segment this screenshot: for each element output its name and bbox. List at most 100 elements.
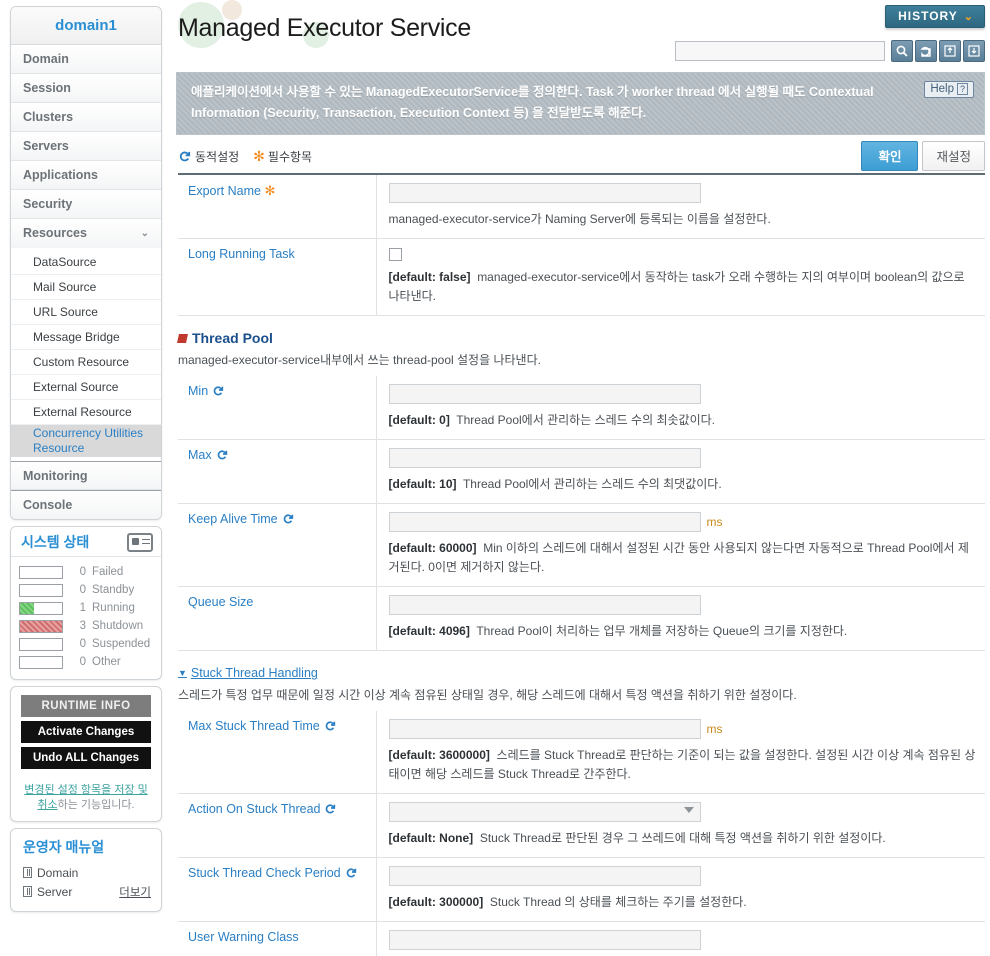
sidebar-item-monitoring[interactable]: Monitoring — [11, 461, 161, 490]
sidebar-item-label: Clusters — [23, 110, 74, 124]
status-bar-fill — [20, 602, 34, 614]
sidebar-subitem-url-source[interactable]: URL Source — [11, 300, 161, 325]
monitor-icon[interactable] — [127, 532, 153, 552]
sidebar-item-domain[interactable]: Domain — [11, 45, 161, 74]
system-status-title: 시스템 상태 — [21, 534, 90, 550]
field-label-cell: Max Stuck Thread Time — [178, 711, 377, 794]
manual-item-domain[interactable]: Domain — [23, 863, 151, 882]
form-row: Stuck Thread Check Period [default: 30000… — [178, 857, 985, 922]
field-label-cell: User Warning Class — [178, 921, 377, 956]
field-desc-text: Stuck Thread로 판단된 경우 그 쓰레드에 대해 특정 액션을 취하… — [479, 831, 886, 846]
sidebar-item-servers[interactable]: Servers — [11, 132, 161, 161]
field-control-cell: ms [default: 60000] Min 이하의 스레드에 대해서 설정된 … — [376, 504, 985, 587]
sidebar-item-applications[interactable]: Applications — [11, 161, 161, 190]
stuck-thread-toggle[interactable]: ▼ Stuck Thread Handling — [178, 666, 318, 680]
export-icon[interactable] — [915, 40, 937, 62]
refresh-icon — [324, 803, 336, 818]
search-icon[interactable] — [891, 40, 913, 62]
queue-size-input[interactable] — [388, 595, 701, 616]
status-count: 0 — [79, 566, 86, 578]
form-table-thread-pool: Min [default: 0] Thread Pool에서 관리하는 스레드 수… — [178, 376, 985, 651]
sidebar-item-session[interactable]: Session — [11, 74, 161, 103]
section-marker-icon — [177, 333, 188, 343]
export-name-input[interactable] — [388, 183, 701, 203]
field-default: [default: false] — [388, 270, 471, 285]
manual-item-server[interactable]: Server 더보기 — [23, 882, 151, 901]
history-button[interactable]: HISTORY ⌄ — [885, 5, 985, 28]
xml-upload-icon[interactable] — [939, 40, 961, 62]
sidebar-subitem-custom-resource[interactable]: Custom Resource — [11, 350, 161, 375]
sidebar-item-console[interactable]: Console — [11, 490, 161, 519]
refresh-icon — [282, 513, 294, 528]
user-warning-class-input[interactable] — [388, 930, 701, 951]
sidebar-item-security[interactable]: Security — [11, 190, 161, 219]
sidebar-nav-list: Domain Session Clusters Servers Applications… — [11, 45, 161, 248]
status-row: 0 Failed — [19, 563, 155, 581]
max-input[interactable] — [388, 448, 701, 469]
stuck-thread-desc: 스레드가 특정 업무 때문에 일정 시간 이상 계속 점유된 상태일 경우, 해… — [178, 688, 797, 703]
field-desc-text: Thread Pool이 처리하는 업무 개체를 저장하는 Queue의 크기를… — [476, 624, 848, 639]
field-label-cell: Action On Stuck Thread — [178, 793, 377, 858]
keep-alive-time-input[interactable] — [388, 512, 701, 533]
action-on-stuck-thread-select[interactable] — [388, 802, 701, 823]
field-description: [default: 3600000] 스레드를 Stuck Thread로 판단… — [389, 746, 978, 784]
status-row: 3 Shutdown — [19, 617, 155, 635]
page-header: Managed Executor Service HISTORY ⌄ — [170, 0, 990, 68]
search-input[interactable] — [675, 41, 885, 61]
legend-dynamic-label: 동적설정 — [195, 149, 240, 164]
legend-dynamic: 동적설정 — [178, 148, 239, 165]
sidebar-item-resources[interactable]: Resources ⌄ — [11, 219, 161, 248]
manual-card: 운영자 매뉴얼 Domain Server 더보기 — [10, 828, 162, 912]
help-label: Help — [930, 83, 954, 95]
sidebar-subitem-concurrency-utilities-resource[interactable]: Concurrency Utilities Resource — [11, 425, 161, 457]
sidebar-subitem-external-resource[interactable]: External Resource — [11, 400, 161, 425]
sidebar-item-label: Session — [23, 81, 71, 95]
undo-all-changes-button[interactable]: Undo ALL Changes — [21, 747, 151, 769]
field-description: [default: 4096] Thread Pool이 처리하는 업무 개체를… — [389, 622, 978, 641]
form-table-general: Export Name ✻ managed-executor-service가 N… — [178, 175, 985, 316]
activate-changes-button[interactable]: Activate Changes — [21, 721, 151, 743]
legend-required: ✻ 필수항목 — [253, 148, 312, 165]
field-default: [default: 60000] — [388, 541, 477, 556]
stuck-thread-check-period-input[interactable] — [388, 866, 701, 887]
form-row: Action On Stuck Thread [default: None] St… — [178, 793, 985, 858]
refresh-icon — [212, 385, 224, 400]
min-input[interactable] — [388, 384, 701, 405]
sidebar-subitem-mail-source[interactable]: Mail Source — [11, 275, 161, 300]
form-row: User Warning Class action-on-stuck-thread… — [178, 921, 985, 956]
thread-pool-title: Thread Pool — [192, 330, 273, 347]
field-label: User Warning Class — [188, 930, 299, 945]
refresh-icon — [216, 449, 228, 464]
sidebar-item-label: Security — [23, 197, 73, 211]
confirm-button-top[interactable]: 확인 — [861, 141, 919, 171]
field-label-cell: Min — [178, 376, 377, 440]
xml-download-icon[interactable] — [963, 40, 985, 62]
domain-header[interactable]: domain1 — [11, 7, 161, 45]
status-bar — [19, 583, 63, 597]
runtime-info-button[interactable]: RUNTIME INFO — [21, 695, 151, 717]
chevron-down-icon[interactable]: ⌄ — [141, 219, 149, 248]
long-running-task-checkbox[interactable] — [388, 248, 402, 262]
system-status-card: 시스템 상태 0 Failed 0 Standby 1 Running 3 Shutdown 0… — [10, 526, 162, 680]
sidebar-item-label: Servers — [23, 139, 69, 153]
field-label: Stuck Thread Check Period — [188, 866, 341, 881]
sidebar-sub-list: DataSource Mail Source URL Source Message B… — [11, 248, 161, 461]
sidebar-item-label: Domain — [23, 52, 69, 66]
max-stuck-thread-time-input[interactable] — [388, 719, 701, 740]
field-control-cell: action-on-stuck-thread를 Warning으로 설정된 경우… — [376, 922, 985, 956]
sidebar-item-clusters[interactable]: Clusters — [11, 103, 161, 132]
reset-button-top[interactable]: 재설정 — [922, 141, 985, 171]
status-row: 0 Standby — [19, 581, 155, 599]
sidebar-subitem-external-source[interactable]: External Source — [11, 375, 161, 400]
manual-more-link[interactable]: 더보기 — [119, 884, 151, 900]
help-button[interactable]: Help? — [924, 81, 974, 98]
sidebar-subitem-datasource[interactable]: DataSource — [11, 250, 161, 275]
status-count: 0 — [79, 656, 86, 668]
thread-pool-desc: managed-executor-service내부에서 쓰는 thread-p… — [178, 353, 541, 368]
sidebar-subitem-message-bridge[interactable]: Message Bridge — [11, 325, 161, 350]
field-description: [default: 60000] Min 이하의 스레드에 대해서 설정된 시간… — [389, 539, 978, 577]
status-bar — [19, 601, 63, 615]
status-bar — [19, 565, 63, 579]
field-desc-text: managed-executor-service가 Naming Server에… — [388, 212, 771, 226]
manual-title: 운영자 매뉴얼 — [23, 839, 105, 855]
